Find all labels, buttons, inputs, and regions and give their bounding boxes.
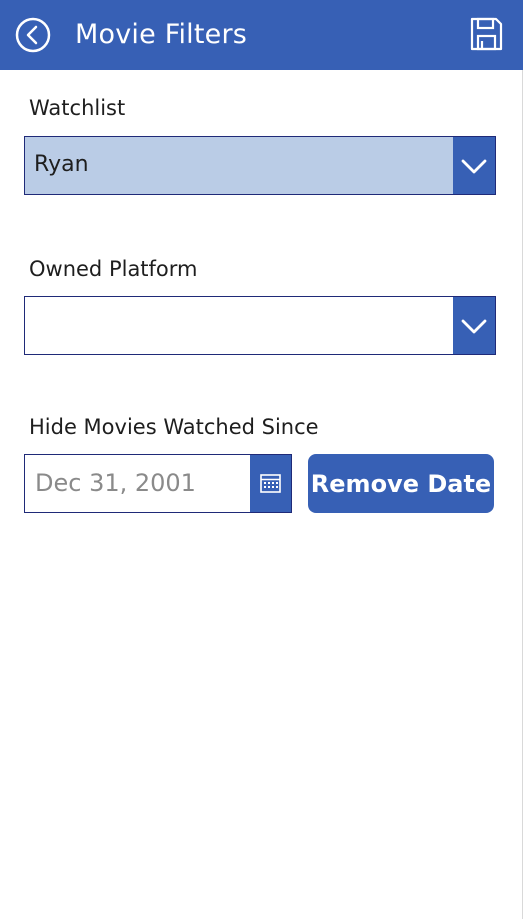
header-bar: Movie Filters [0,0,523,70]
owned-platform-dropdown[interactable] [24,296,496,355]
owned-platform-label: Owned Platform [29,257,198,281]
watched-since-label: Hide Movies Watched Since [29,415,319,439]
calendar-button[interactable] [250,455,291,512]
back-arrow-circle-icon [15,17,51,53]
watchlist-dropdown[interactable]: Ryan [24,136,496,195]
calendar-icon [260,474,281,493]
date-input-placeholder[interactable]: Dec 31, 2001 [35,468,196,498]
chevron-down-icon [461,319,487,334]
watched-since-date-picker[interactable]: Dec 31, 2001 [24,454,292,513]
movie-filters-screen: Movie Filters Watchlist Ryan Owned Platf… [0,0,523,919]
watchlist-selected-value: Ryan [34,152,89,177]
watchlist-label: Watchlist [29,96,126,120]
back-button[interactable] [15,17,51,53]
save-button[interactable] [470,17,503,51]
owned-platform-dropdown-toggle[interactable] [453,297,495,354]
chevron-down-icon [461,159,487,174]
remove-date-button[interactable]: Remove Date [308,454,494,513]
floppy-disk-save-icon [470,17,503,51]
page-title: Movie Filters [75,19,248,50]
watchlist-dropdown-toggle[interactable] [453,137,495,194]
